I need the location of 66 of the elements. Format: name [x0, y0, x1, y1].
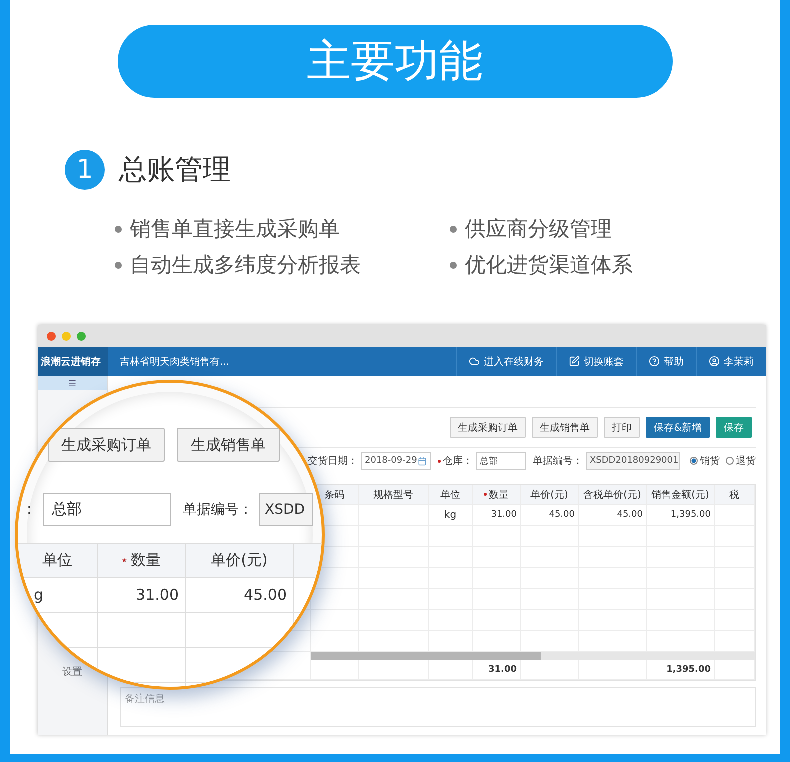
radio-option[interactable]: 销货 — [690, 454, 720, 468]
date-field[interactable]: 2018-09-29 — [361, 452, 431, 470]
user-icon — [709, 356, 720, 367]
radio-icon[interactable] — [726, 457, 734, 465]
company-name: 吉林省明天肉类销售有... — [120, 356, 231, 368]
column-header: 单价(元) — [521, 485, 579, 504]
column-header: 税 — [715, 485, 755, 504]
toolbar-button[interactable]: 生成采购订单 — [48, 428, 165, 462]
app-logo: 浪潮云进销存 — [38, 347, 108, 376]
table-cell: 31.00 — [98, 578, 186, 612]
scrollbar[interactable] — [311, 652, 755, 660]
bullet-icon — [115, 226, 122, 232]
column-header: 单价(元) — [186, 544, 294, 577]
calendar-icon — [418, 456, 427, 466]
sidebar-item[interactable]: 设置 — [62, 665, 82, 679]
warehouse-field[interactable]: 总部 — [476, 452, 526, 470]
number-field[interactable]: XSDD20180929001 — [586, 452, 680, 470]
number-field[interactable]: XSDD — [259, 493, 313, 526]
table-cell: 45.00 — [521, 505, 579, 525]
help-icon — [649, 356, 660, 367]
column-header: 数量 — [473, 485, 521, 504]
feature-text: 自动生成多纬度分析报表 — [130, 252, 361, 279]
field-label: ： — [22, 500, 37, 519]
toolbar-button[interactable]: 保存&新增 — [646, 417, 710, 438]
notes-field[interactable]: 备注信息 — [120, 687, 756, 727]
table-cell: g — [18, 578, 98, 612]
table-cell: 45.00 — [579, 505, 647, 525]
step-number: 1 — [65, 150, 105, 190]
feature-text: 优化进货渠道体系 — [465, 252, 633, 279]
field-label: 单据编号： — [183, 500, 253, 518]
table-cell: kg — [429, 505, 473, 525]
column-header: 单位 — [429, 485, 473, 504]
banner-title: 主要功能 — [118, 25, 672, 98]
warehouse-field[interactable]: 总部 — [43, 493, 171, 526]
feature-text: 供应商分级管理 — [465, 216, 612, 243]
column-header: 销售金额(元) — [647, 485, 715, 504]
column-header: 含税单价(元) — [579, 485, 647, 504]
menu-icon — [68, 378, 77, 388]
field-label: 交货日期： — [308, 454, 358, 468]
total-cell: 1,395.00 — [647, 660, 715, 679]
feature-text: 销售单直接生成采购单 — [130, 216, 340, 243]
column-header: 单位 — [18, 544, 98, 577]
edit-icon — [569, 356, 580, 367]
close-icon[interactable] — [47, 332, 56, 340]
toolbar-button[interactable]: 生成销售单 — [177, 428, 280, 462]
table-cell: 1,395.00 — [647, 505, 715, 525]
section-title: 总账管理 — [119, 152, 231, 188]
field-label: 单据编号： — [533, 454, 583, 468]
table-cell: 31.00 — [473, 505, 521, 525]
field-label: 仓库： — [438, 454, 473, 468]
toolbar-button[interactable]: 打印 — [604, 417, 640, 438]
column-header: 规格型号 — [359, 485, 429, 504]
column-header: 数量 — [98, 544, 186, 577]
maximize-icon[interactable] — [77, 332, 86, 340]
bullet-icon — [450, 226, 457, 232]
bullet-icon — [450, 262, 457, 268]
radio-icon[interactable] — [690, 457, 698, 465]
toolbar-button[interactable]: 生成销售单 — [532, 417, 598, 438]
minimize-icon[interactable] — [62, 332, 71, 340]
radio-option[interactable]: 退货 — [726, 454, 756, 468]
total-cell: 31.00 — [473, 660, 521, 679]
table-cell: 45.00 — [186, 578, 294, 612]
sidebar-toggle[interactable] — [38, 376, 107, 390]
cloud-icon — [469, 356, 480, 367]
bullet-icon — [115, 262, 122, 268]
toolbar-button[interactable]: 生成采购订单 — [450, 417, 526, 438]
